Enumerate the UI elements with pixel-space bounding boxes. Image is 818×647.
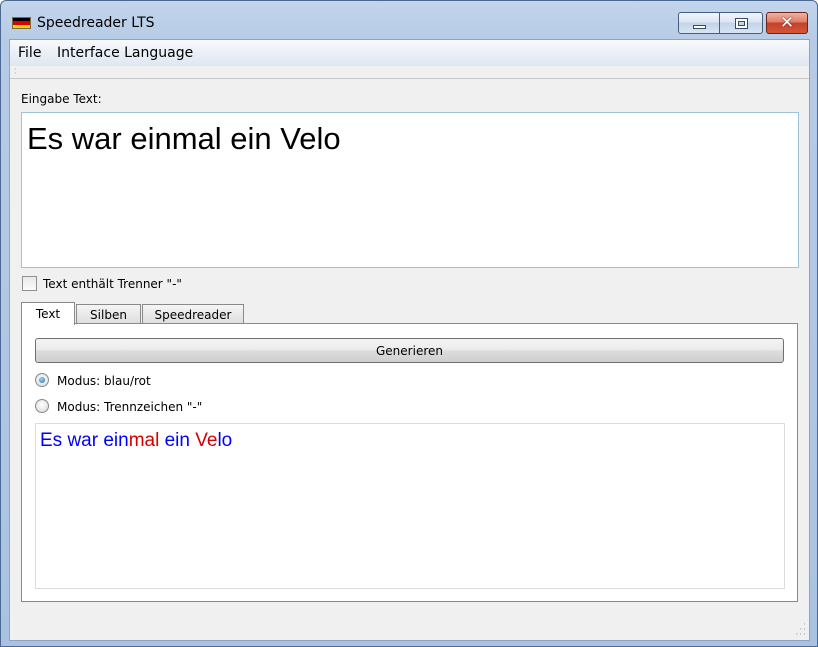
- resize-grip-icon[interactable]: · ·· ···: [795, 621, 807, 640]
- client-area: File Interface Language · · Eingabe Text:…: [9, 39, 810, 641]
- output-segment: mal: [128, 430, 160, 451]
- input-label: Eingabe Text:: [21, 92, 102, 106]
- menu-bar: File Interface Language: [10, 40, 809, 66]
- mode-separator-radio[interactable]: [35, 399, 49, 413]
- toolbar: · ·: [10, 66, 809, 79]
- mode-separator-label[interactable]: Modus: Trennzeichen "-": [57, 400, 202, 414]
- output-colored-text: Es war einmal ein Velo: [40, 430, 232, 452]
- application-window: Speedreader LTS ✕ File Interface Languag…: [0, 0, 818, 647]
- generate-button[interactable]: Generieren: [35, 338, 784, 363]
- tab-label: Speedreader: [154, 308, 232, 322]
- window-title: Speedreader LTS: [37, 15, 155, 31]
- close-button[interactable]: ✕: [766, 12, 808, 34]
- menu-file[interactable]: File: [18, 45, 41, 61]
- minimize-button[interactable]: [678, 12, 720, 34]
- output-text-area[interactable]: Es war einmal ein Velo: [35, 423, 785, 589]
- output-segment: ein: [159, 430, 196, 451]
- tab-silben[interactable]: Silben: [76, 304, 141, 325]
- toolbar-grip-icon[interactable]: · ·: [14, 66, 17, 78]
- separator-checkbox[interactable]: [22, 276, 37, 291]
- title-bar[interactable]: Speedreader LTS ✕: [1, 1, 817, 39]
- separator-checkbox-label[interactable]: Text enthält Trenner "-": [43, 277, 182, 291]
- tab-label: Silben: [90, 308, 127, 322]
- maximize-icon: [734, 17, 748, 29]
- mode-blue-red-radio[interactable]: [35, 373, 49, 387]
- input-text-value: Es war einmal ein Velo: [27, 121, 341, 156]
- input-text-area[interactable]: Es war einmal ein Velo: [21, 112, 799, 268]
- text-tab-pane: Generieren Modus: blau/rot Modus: Trennz…: [21, 323, 798, 602]
- tab-text[interactable]: Text: [21, 302, 75, 325]
- tab-label: Text: [35, 307, 61, 321]
- generate-button-label: Generieren: [376, 343, 443, 358]
- output-segment: lo: [217, 430, 233, 451]
- menu-interface-language[interactable]: Interface Language: [57, 45, 193, 61]
- mode-blue-red-label[interactable]: Modus: blau/rot: [57, 374, 151, 388]
- german-flag-icon: [12, 17, 31, 29]
- output-segment: Ve: [195, 430, 218, 451]
- maximize-button[interactable]: [720, 12, 763, 34]
- output-segment: Es war ein: [40, 430, 129, 451]
- close-icon: ✕: [779, 12, 795, 33]
- tab-speedreader[interactable]: Speedreader: [142, 304, 244, 325]
- minimize-icon: [692, 24, 706, 29]
